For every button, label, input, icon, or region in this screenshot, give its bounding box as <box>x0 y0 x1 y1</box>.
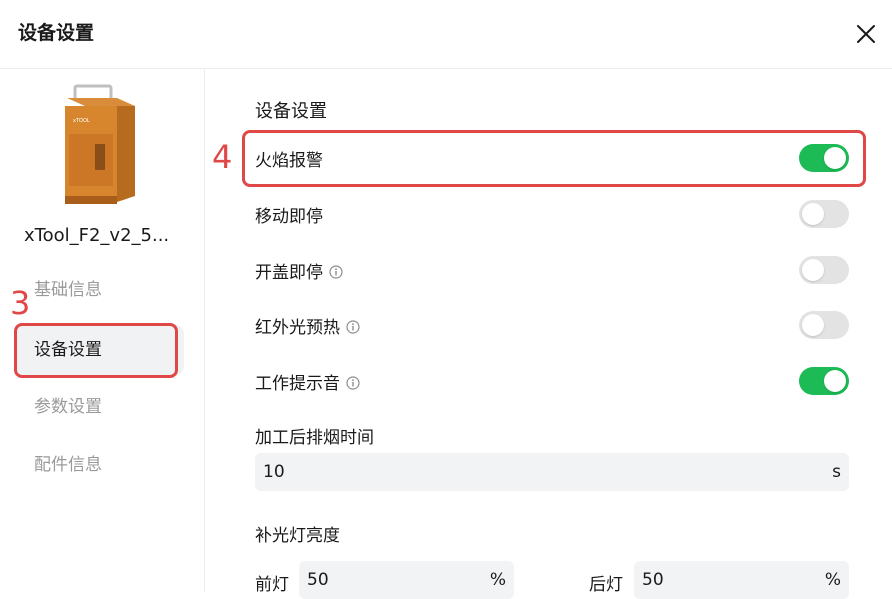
setting-row-flame-alarm: 火焰报警 <box>255 138 849 178</box>
rear-light-label: 后灯 <box>589 575 623 595</box>
close-button[interactable] <box>848 16 884 52</box>
setting-row-infrared-preheat: 红外光预热 <box>255 305 849 345</box>
toggle-knob <box>802 259 824 281</box>
rear-light-field: % <box>634 561 849 599</box>
lid-open-stop-label: 开盖即停 <box>255 263 323 283</box>
fill-light-label: 补光灯亮度 <box>255 526 340 546</box>
svg-text:xTOOL: xTOOL <box>73 118 90 124</box>
info-icon[interactable] <box>346 319 360 334</box>
smoke-exhaust-label: 加工后排烟时间 <box>255 428 374 448</box>
lid-open-stop-toggle[interactable] <box>799 256 849 284</box>
flame-alarm-label: 火焰报警 <box>255 151 323 171</box>
rear-light-unit: % <box>824 570 841 590</box>
front-light-field: % <box>299 561 514 599</box>
close-icon <box>857 25 875 43</box>
front-light-label: 前灯 <box>255 575 289 595</box>
annotation-number-3: 3 <box>10 284 31 322</box>
lid-open-stop-label-group: 开盖即停 <box>255 258 343 283</box>
section-title: 设备设置 <box>255 101 327 122</box>
sidebar-item-accessory-info[interactable]: 配件信息 <box>14 439 184 491</box>
move-stop-label: 移动即停 <box>255 207 323 227</box>
rear-light-input[interactable] <box>642 561 812 599</box>
infrared-preheat-toggle[interactable] <box>799 311 849 339</box>
flame-alarm-toggle[interactable] <box>799 144 849 172</box>
front-light-unit: % <box>489 570 506 590</box>
infrared-preheat-label-group: 红外光预热 <box>255 313 360 338</box>
device-name: xTool_F2_v2_5... <box>24 225 170 246</box>
annotation-highlight-sidebar <box>14 323 178 378</box>
front-light-input[interactable] <box>307 561 477 599</box>
info-icon[interactable] <box>329 264 343 279</box>
toggle-knob <box>824 147 846 169</box>
info-icon[interactable] <box>346 375 360 390</box>
move-stop-toggle[interactable] <box>799 200 849 228</box>
setting-row-work-sound: 工作提示音 <box>255 361 849 401</box>
smoke-exhaust-unit: s <box>832 462 841 482</box>
toggle-knob <box>802 203 824 225</box>
smoke-exhaust-field: s <box>255 453 849 491</box>
toggle-knob <box>802 314 824 336</box>
work-sound-toggle[interactable] <box>799 367 849 395</box>
settings-panel: 设备设置 火焰报警 移动即停 开盖即停 红外光预热 工作提示音 加工后排烟时间 … <box>205 69 892 599</box>
sidebar-item-parameter-settings[interactable]: 参数设置 <box>14 381 184 433</box>
device-image: xTOOL <box>65 84 135 204</box>
dialog-header: 设备设置 <box>0 0 892 69</box>
infrared-preheat-label: 红外光预热 <box>255 318 340 338</box>
work-sound-label: 工作提示音 <box>255 374 340 394</box>
sidebar-item-basic-info[interactable]: 基础信息 <box>14 264 184 316</box>
dialog-title: 设备设置 <box>18 22 95 44</box>
setting-row-move-stop: 移动即停 <box>255 194 849 234</box>
toggle-knob <box>824 370 846 392</box>
smoke-exhaust-input[interactable] <box>263 453 803 491</box>
work-sound-label-group: 工作提示音 <box>255 369 360 394</box>
setting-row-lid-open-stop: 开盖即停 <box>255 250 849 290</box>
